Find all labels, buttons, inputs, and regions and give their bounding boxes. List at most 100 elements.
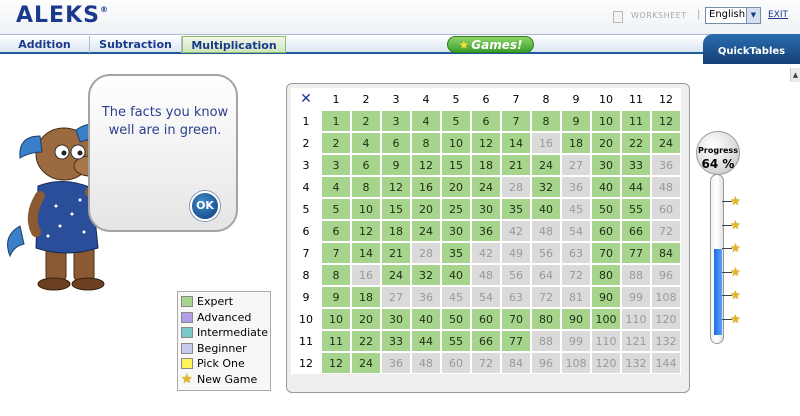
product-cell[interactable]: 18 (561, 132, 591, 154)
product-cell[interactable]: 40 (411, 308, 441, 330)
product-cell[interactable]: 3 (381, 110, 411, 132)
product-cell[interactable]: 99 (561, 330, 591, 352)
product-cell[interactable]: 36 (561, 176, 591, 198)
product-cell[interactable]: 24 (381, 264, 411, 286)
product-cell[interactable]: 42 (471, 242, 501, 264)
product-cell[interactable]: 44 (621, 176, 651, 198)
product-cell[interactable]: 5 (321, 198, 351, 220)
product-cell[interactable]: 48 (531, 220, 561, 242)
product-cell[interactable]: 72 (531, 286, 561, 308)
product-cell[interactable]: 5 (441, 110, 471, 132)
product-cell[interactable]: 24 (411, 220, 441, 242)
product-cell[interactable]: 48 (471, 264, 501, 286)
product-cell[interactable]: 70 (591, 242, 621, 264)
product-cell[interactable]: 60 (441, 352, 471, 374)
product-cell[interactable]: 36 (471, 220, 501, 242)
product-cell[interactable]: 60 (591, 220, 621, 242)
product-cell[interactable]: 28 (501, 176, 531, 198)
product-cell[interactable]: 9 (381, 154, 411, 176)
product-cell[interactable]: 20 (441, 176, 471, 198)
product-cell[interactable]: 7 (501, 110, 531, 132)
product-cell[interactable]: 30 (381, 308, 411, 330)
product-cell[interactable]: 9 (321, 286, 351, 308)
product-cell[interactable]: 40 (441, 264, 471, 286)
chevron-down-icon[interactable]: ▼ (746, 8, 760, 23)
product-cell[interactable]: 35 (441, 242, 471, 264)
product-cell[interactable]: 108 (561, 352, 591, 374)
product-cell[interactable]: 28 (411, 242, 441, 264)
product-cell[interactable]: 84 (651, 242, 681, 264)
product-cell[interactable]: 45 (441, 286, 471, 308)
exit-link[interactable]: EXIT (768, 10, 788, 20)
product-cell[interactable]: 16 (351, 264, 381, 286)
product-cell[interactable]: 72 (651, 220, 681, 242)
tab-subtraction[interactable]: Subtraction (90, 36, 182, 53)
product-cell[interactable]: 32 (411, 264, 441, 286)
product-cell[interactable]: 27 (381, 286, 411, 308)
product-cell[interactable]: 32 (531, 176, 561, 198)
product-cell[interactable]: 12 (381, 176, 411, 198)
product-cell[interactable]: 33 (621, 154, 651, 176)
product-cell[interactable]: 4 (351, 132, 381, 154)
product-cell[interactable]: 18 (471, 154, 501, 176)
product-cell[interactable]: 4 (411, 110, 441, 132)
product-cell[interactable]: 3 (321, 154, 351, 176)
product-cell[interactable]: 99 (621, 286, 651, 308)
product-cell[interactable]: 24 (471, 176, 501, 198)
product-cell[interactable]: 96 (531, 352, 561, 374)
product-cell[interactable]: 49 (501, 242, 531, 264)
product-cell[interactable]: 80 (531, 308, 561, 330)
product-cell[interactable]: 50 (441, 308, 471, 330)
close-icon[interactable]: ✕ (291, 88, 321, 110)
product-cell[interactable]: 6 (381, 132, 411, 154)
product-cell[interactable]: 4 (321, 176, 351, 198)
product-cell[interactable]: 84 (501, 352, 531, 374)
product-cell[interactable]: 72 (471, 352, 501, 374)
product-cell[interactable]: 6 (471, 110, 501, 132)
product-cell[interactable]: 12 (321, 352, 351, 374)
product-cell[interactable]: 40 (591, 176, 621, 198)
product-cell[interactable]: 24 (351, 352, 381, 374)
product-cell[interactable]: 132 (621, 352, 651, 374)
product-cell[interactable]: 144 (651, 352, 681, 374)
product-cell[interactable]: 1 (321, 110, 351, 132)
product-cell[interactable]: 56 (501, 264, 531, 286)
product-cell[interactable]: 15 (441, 154, 471, 176)
product-cell[interactable]: 120 (591, 352, 621, 374)
games-button[interactable]: ★ Games! (447, 36, 534, 53)
tab-addition[interactable]: Addition (0, 36, 90, 53)
product-cell[interactable]: 36 (381, 352, 411, 374)
product-cell[interactable]: 2 (321, 132, 351, 154)
product-cell[interactable]: 10 (441, 132, 471, 154)
product-cell[interactable]: 22 (621, 132, 651, 154)
product-cell[interactable]: 132 (651, 330, 681, 352)
worksheet-icon[interactable] (613, 11, 623, 23)
product-cell[interactable]: 55 (621, 198, 651, 220)
product-cell[interactable]: 100 (591, 308, 621, 330)
product-cell[interactable]: 8 (321, 264, 351, 286)
product-cell[interactable]: 30 (471, 198, 501, 220)
product-cell[interactable]: 12 (471, 132, 501, 154)
product-cell[interactable]: 36 (651, 154, 681, 176)
product-cell[interactable]: 70 (501, 308, 531, 330)
worksheet-link[interactable]: WORKSHEET (631, 11, 687, 20)
product-cell[interactable]: 11 (321, 330, 351, 352)
product-cell[interactable]: 42 (501, 220, 531, 242)
product-cell[interactable]: 55 (441, 330, 471, 352)
product-cell[interactable]: 8 (531, 110, 561, 132)
product-cell[interactable]: 81 (561, 286, 591, 308)
product-cell[interactable]: 20 (411, 198, 441, 220)
product-cell[interactable]: 88 (531, 330, 561, 352)
product-cell[interactable]: 7 (321, 242, 351, 264)
product-cell[interactable]: 88 (621, 264, 651, 286)
product-cell[interactable]: 25 (441, 198, 471, 220)
product-cell[interactable]: 63 (501, 286, 531, 308)
product-cell[interactable]: 20 (351, 308, 381, 330)
product-cell[interactable]: 6 (321, 220, 351, 242)
product-cell[interactable]: 21 (501, 154, 531, 176)
product-cell[interactable]: 27 (561, 154, 591, 176)
product-cell[interactable]: 72 (561, 264, 591, 286)
product-cell[interactable]: 14 (351, 242, 381, 264)
product-cell[interactable]: 15 (381, 198, 411, 220)
product-cell[interactable]: 12 (411, 154, 441, 176)
